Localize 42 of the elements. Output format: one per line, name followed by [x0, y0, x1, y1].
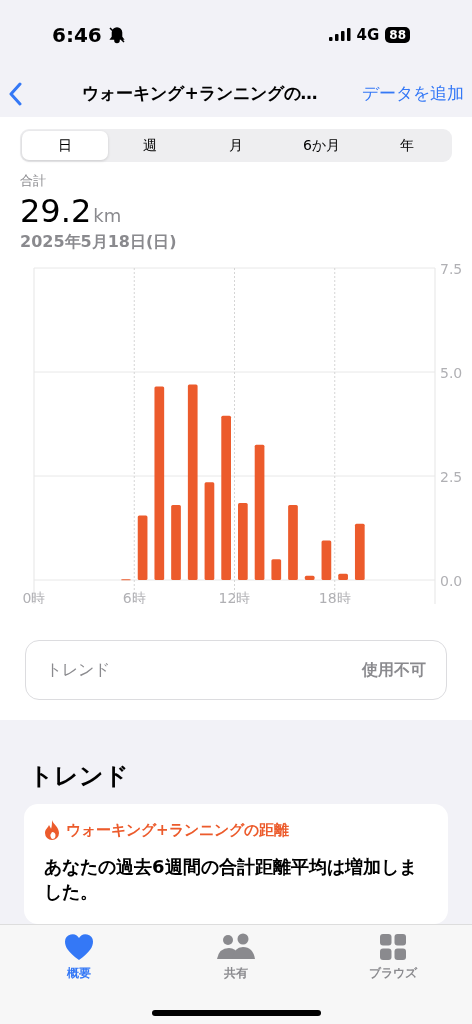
total-label: 合計 — [20, 172, 47, 190]
segment-tab[interactable]: 月 — [193, 131, 279, 160]
segment-tab[interactable]: 年 — [364, 131, 450, 160]
segment-tab[interactable]: 6か月 — [278, 131, 365, 160]
bar — [321, 540, 332, 580]
nav-title: ウォーキング+ランニングの… — [81, 82, 319, 105]
people-icon — [216, 933, 256, 961]
trend-label: トレンド — [46, 659, 110, 681]
segment-tab[interactable]: 週 — [107, 131, 194, 160]
battery-level: 88 — [385, 27, 410, 43]
segment-tab[interactable]: 日 — [22, 131, 108, 160]
grid-icon — [379, 933, 408, 961]
y-axis-label: 2.5 — [440, 469, 463, 485]
bar — [137, 515, 148, 580]
heart-icon — [63, 933, 94, 961]
x-axis-label: 6時 — [122, 590, 146, 604]
status-time: 6:46 — [52, 23, 102, 47]
signal-icon — [328, 28, 351, 42]
x-axis-label: 0時 — [22, 590, 46, 604]
bar — [338, 573, 348, 580]
trend-row[interactable]: トレンド 使用不可 — [25, 640, 447, 700]
x-axis-label: 12時 — [218, 590, 251, 604]
tab-bar-item[interactable]: 概要 — [33, 933, 124, 1024]
bar — [354, 523, 365, 580]
trend-message: あなたの過去6週間の合計距離平均は増加しました。 — [44, 855, 418, 905]
flame-icon — [44, 820, 60, 840]
trend-card[interactable]: ウォーキング+ランニングの距離 あなたの過去6週間の合計距離平均は増加しました。 — [24, 804, 448, 925]
date-label: 2025年5月18日(日) — [20, 232, 178, 253]
y-axis-label: 7.5 — [440, 261, 463, 277]
network-label: 4G — [356, 26, 380, 44]
bell-slash-icon — [107, 26, 126, 44]
card-title: ウォーキング+ランニングの距離 — [66, 820, 289, 840]
bar — [271, 559, 282, 580]
y-axis-label: 5.0 — [440, 365, 463, 381]
x-axis-label: 18時 — [318, 590, 351, 604]
total-value: 29.2 — [20, 192, 92, 230]
add-data-button[interactable]: データを追加 — [362, 82, 464, 105]
y-axis-label: 0.0 — [440, 573, 463, 589]
trend-status: 使用不可 — [362, 659, 426, 681]
unit-label: km — [93, 205, 122, 226]
section-heading: トレンド — [28, 761, 130, 792]
bar — [304, 575, 315, 580]
